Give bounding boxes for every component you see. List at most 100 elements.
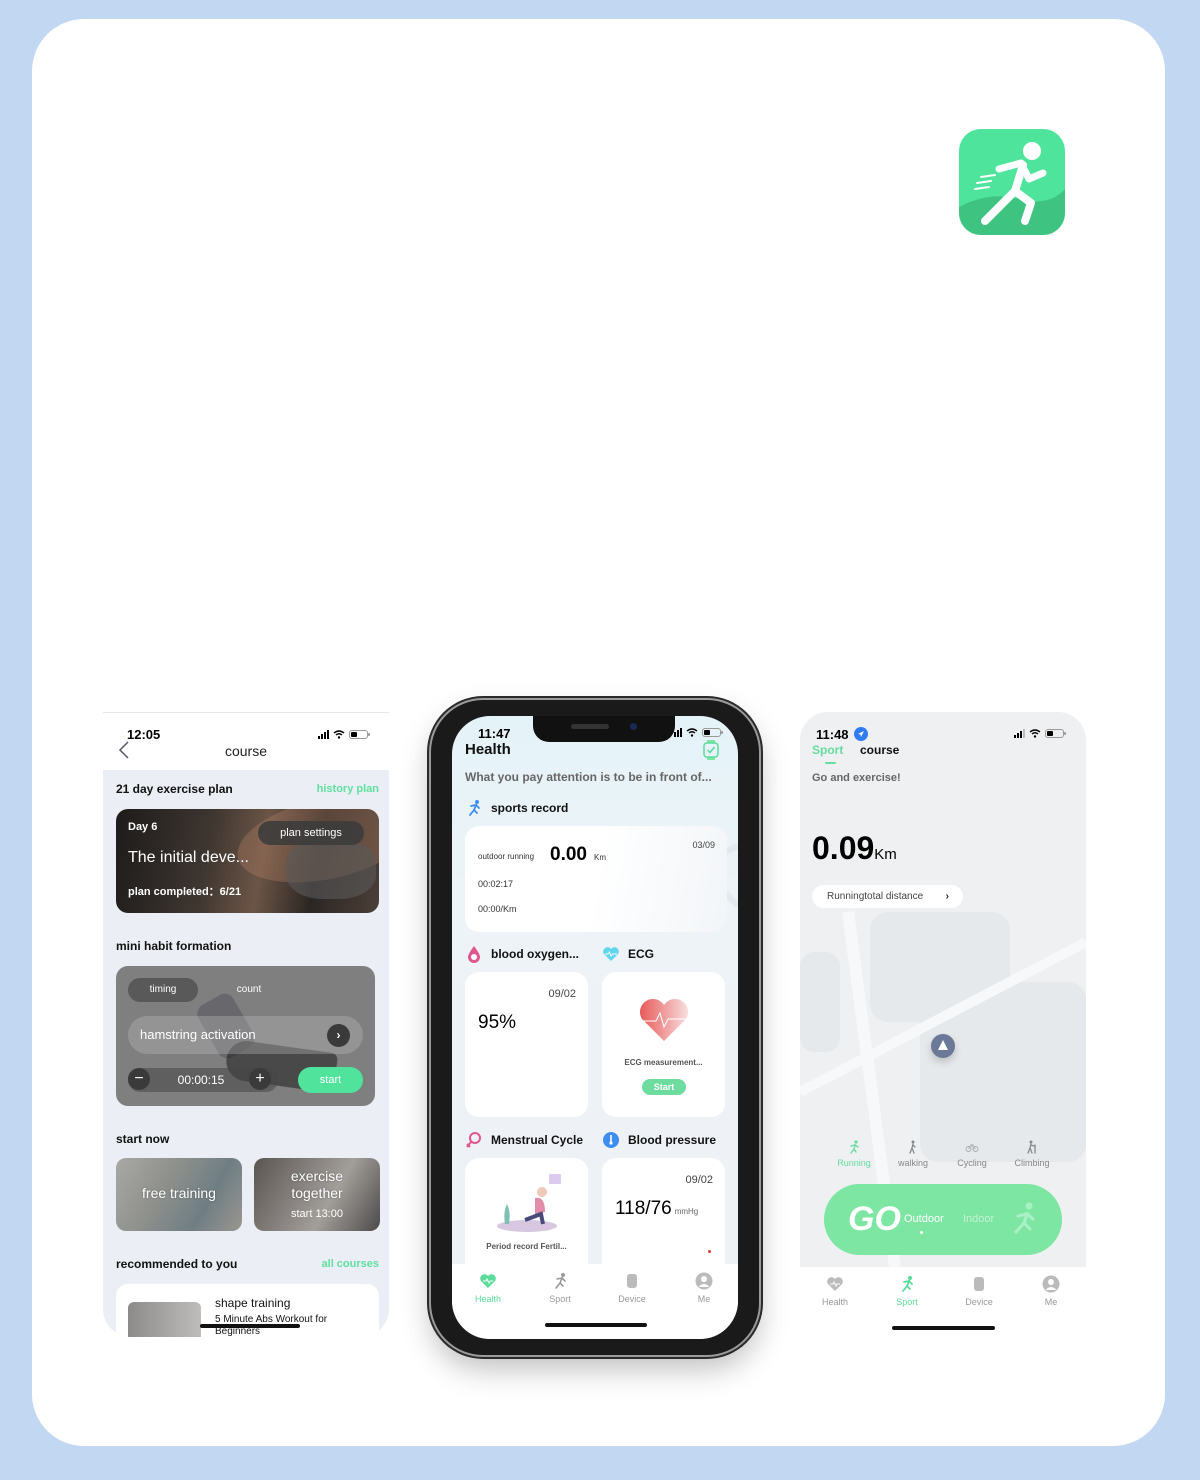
tab-me[interactable]: Me <box>1021 1275 1081 1307</box>
mode-walking[interactable]: walking <box>883 1140 943 1168</box>
user-icon <box>1042 1275 1060 1293</box>
mode-walking-label: walking <box>897 1158 928 1168</box>
wifi-icon <box>686 728 698 737</box>
ecg-card[interactable]: ECG measurement... Start <box>602 972 725 1117</box>
blood-pressure-header[interactable]: Blood pressure <box>602 1131 716 1149</box>
tab-bar: Health Sport Device Me <box>800 1267 1086 1337</box>
status-dot <box>708 1250 711 1253</box>
page-subtitle: Go and exercise! <box>812 772 901 784</box>
tab-me-label: Me <box>697 1294 711 1304</box>
tab-count[interactable]: count <box>224 978 274 1002</box>
home-indicator[interactable] <box>892 1326 995 1330</box>
home-indicator[interactable] <box>545 1323 647 1327</box>
home-indicator[interactable] <box>200 1324 300 1328</box>
heart-pulse-icon <box>827 1277 843 1291</box>
signal-icon <box>318 730 329 739</box>
blood-pressure-unit: mmHg <box>674 1207 699 1216</box>
watch-connected-icon[interactable] <box>703 740 719 760</box>
tab-sport[interactable]: Sport <box>530 1272 590 1304</box>
signal-icon <box>674 728 682 737</box>
tab-sport[interactable]: Sport <box>877 1275 937 1307</box>
tab-course[interactable]: course <box>860 743 899 757</box>
tab-me-label: Me <box>1044 1297 1058 1307</box>
sport-date: 03/09 <box>692 840 715 850</box>
mode-running[interactable]: Running <box>824 1140 884 1168</box>
recommended-course-card[interactable]: shape training 5 Minute Abs Workout for … <box>116 1284 379 1337</box>
minus-button[interactable]: − <box>128 1068 150 1090</box>
sport-duration: 00:02:17 <box>478 879 514 889</box>
tab-sport[interactable]: Sport <box>812 743 843 757</box>
plan-card[interactable]: Day 6 plan settings The initial deve... … <box>116 809 379 913</box>
go-label: GO <box>848 1200 901 1238</box>
tab-health[interactable]: Health <box>458 1272 518 1304</box>
timer-value: 00:00:15 <box>177 1073 225 1087</box>
speaker <box>571 724 609 729</box>
go-button[interactable]: GO Outdoor Indoor <box>824 1184 1062 1255</box>
history-plan-link[interactable]: history plan <box>317 783 379 795</box>
my-location-button[interactable] <box>931 1034 955 1058</box>
user-icon <box>695 1272 713 1290</box>
plan-progress: plan completed：6/21 <box>128 886 242 898</box>
mode-climbing-label: Climbing <box>1014 1158 1050 1168</box>
tab-device-label: Device <box>965 1297 993 1307</box>
outdoor-option[interactable]: Outdoor <box>904 1213 944 1225</box>
plan-settings-button[interactable]: plan settings <box>258 821 364 845</box>
wifi-icon <box>1029 729 1041 738</box>
tab-health[interactable]: Health <box>805 1275 865 1307</box>
tab-timing[interactable]: timing <box>128 978 198 1002</box>
status-time: 11:47 <box>478 726 511 741</box>
notch <box>533 716 675 742</box>
exercise-together-card[interactable]: exercise together start 13:00 <box>254 1158 380 1231</box>
sports-record-title: sports record <box>491 801 569 815</box>
blood-oxygen-header[interactable]: blood oxygen... <box>465 945 579 963</box>
blood-pressure-value: 118/76 <box>615 1198 672 1219</box>
ecg-header[interactable]: ECG <box>602 945 654 963</box>
habit-section-title: mini habit formation <box>116 939 232 953</box>
ecg-heart-illustration <box>638 998 690 1041</box>
mode-cycling-label: Cycling <box>957 1158 987 1168</box>
running-total-label: Runningtotal distance <box>827 891 924 902</box>
tab-me[interactable]: Me <box>674 1272 734 1304</box>
tab-device[interactable]: Device <box>602 1272 662 1304</box>
status-time: 12:05 <box>127 727 161 742</box>
page-title: course <box>224 743 268 759</box>
sports-record-header[interactable]: sports record <box>465 799 568 817</box>
front-camera <box>630 723 637 730</box>
tab-device[interactable]: Device <box>949 1275 1009 1307</box>
free-training-card[interactable]: free training <box>116 1158 242 1231</box>
blood-oxygen-title: blood oxygen... <box>491 947 580 961</box>
exercise-together-start: start 13:00 <box>291 1208 343 1220</box>
blood-pressure-title: Blood pressure <box>628 1133 717 1147</box>
runner-icon <box>555 1273 566 1289</box>
chevron-right-icon[interactable]: › <box>327 1024 350 1047</box>
watch-icon <box>974 1277 984 1291</box>
period-record-illustration <box>497 1174 561 1232</box>
sport-distance: 0.00 <box>550 844 587 865</box>
course-thumbnail <box>128 1302 201 1337</box>
running-total-button[interactable]: Runningtotal distance › <box>812 885 963 908</box>
map-view[interactable]: 11:48 Sport course Go and exercise! 0.09… <box>800 712 1086 1267</box>
indoor-option[interactable]: Indoor <box>963 1213 994 1225</box>
ecg-start-button[interactable]: Start <box>642 1079 686 1095</box>
all-courses-link[interactable]: all courses <box>322 1258 379 1270</box>
watch-icon <box>627 1274 637 1288</box>
tab-health-label: Health <box>474 1294 501 1304</box>
climbing-icon <box>1027 1140 1036 1154</box>
sports-record-card[interactable]: outdoor running 0.00 Km 03/09 00:02:17 0… <box>465 826 727 932</box>
battery-icon <box>702 728 723 737</box>
recommended-title: recommended to you <box>116 1257 238 1271</box>
active-tab-underline <box>825 762 836 764</box>
blood-oxygen-card[interactable]: 09/02 95% <box>465 972 588 1117</box>
blood-oxygen-value: 95% <box>478 1012 517 1033</box>
female-symbol-icon <box>466 1132 481 1148</box>
start-button[interactable]: start <box>298 1067 363 1093</box>
mode-cycling[interactable]: Cycling <box>942 1140 1002 1168</box>
plus-button[interactable]: + <box>249 1068 271 1090</box>
course-screen: 12:05 course 21 day exercise plan histor… <box>103 712 389 1337</box>
status-icons <box>1014 729 1066 738</box>
menstrual-header[interactable]: Menstrual Cycle <box>465 1131 583 1149</box>
sport-type: outdoor running <box>478 852 535 861</box>
mode-climbing[interactable]: Climbing <box>1002 1140 1062 1168</box>
sport-screen: 11:48 Sport course Go and exercise! 0.09… <box>800 712 1086 1337</box>
heart-ecg-icon <box>603 947 619 961</box>
